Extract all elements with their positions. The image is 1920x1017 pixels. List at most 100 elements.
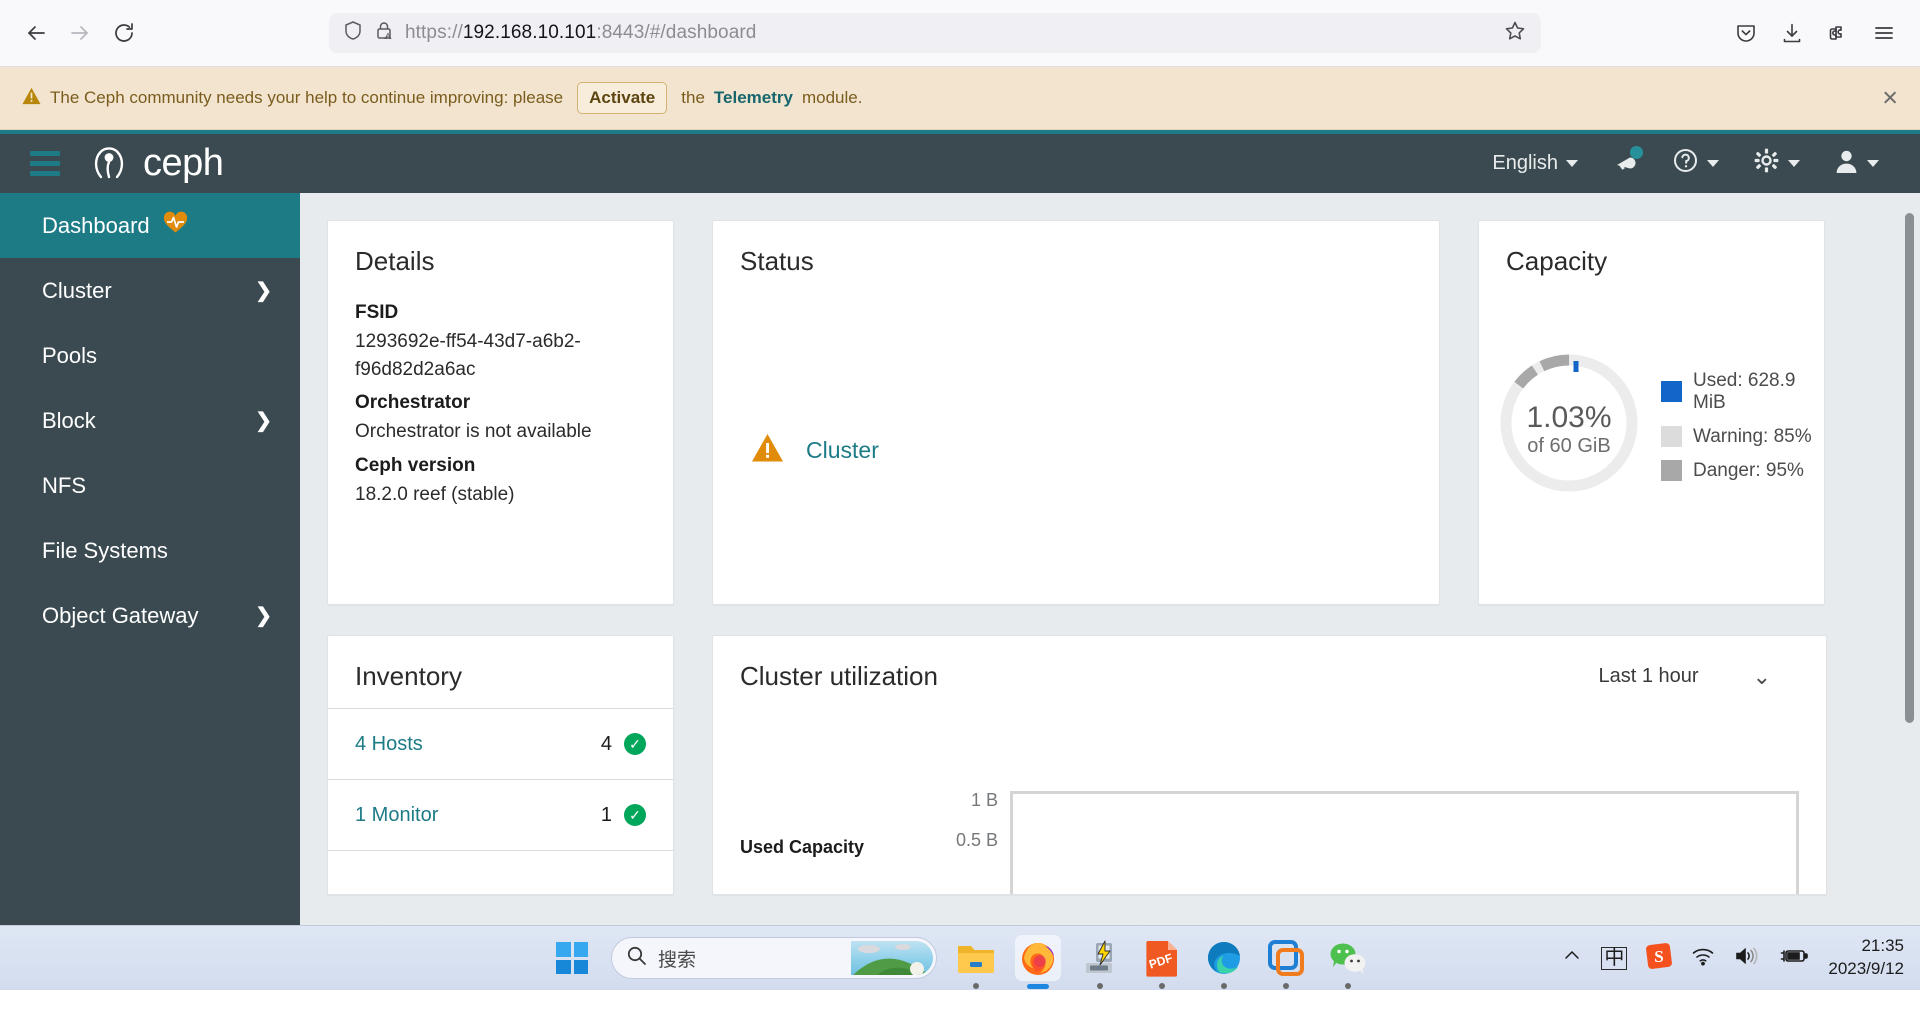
sidebar-item-label: NFS: [42, 472, 86, 498]
lock-warning-icon[interactable]: [374, 20, 394, 46]
y-tick-1: 1 B: [970, 790, 998, 810]
sidebar-item-nfs[interactable]: NFS: [0, 453, 300, 518]
browser-toolbar: https://192.168.10.101:8443/#/dashboard: [0, 0, 1920, 67]
telemetry-module-link[interactable]: Telemetry: [714, 88, 793, 108]
pdf-reader-button[interactable]: PDF: [1139, 935, 1185, 989]
task-running-indicator: [1345, 983, 1351, 989]
telemetry-text-middle: the: [681, 88, 705, 107]
menu-icon[interactable]: [1862, 11, 1906, 55]
task-running-indicator: [1283, 983, 1289, 989]
capacity-card: Capacity 1.03% of 60 GiB Used: 628.9 MiB…: [1478, 220, 1825, 605]
language-selector[interactable]: English: [1475, 134, 1595, 193]
search-icon: [626, 945, 647, 971]
file-explorer-button[interactable]: [953, 935, 999, 989]
start-button[interactable]: [549, 935, 595, 981]
app-blue-orange-button[interactable]: [1263, 935, 1309, 989]
language-label: English: [1492, 152, 1558, 174]
utilization-series-label: Used Capacity: [740, 837, 865, 857]
sidebar-item-cluster[interactable]: Cluster ❯: [0, 258, 300, 323]
capacity-percent: 1.03%: [1526, 401, 1611, 434]
time-range-selector[interactable]: Last 1 hour ⌄: [1598, 664, 1799, 690]
inventory-link-hosts[interactable]: 4 Hosts: [355, 733, 423, 756]
legend-label-used: Used: 628.9 MiB: [1693, 369, 1796, 413]
sidebar: Dashboard Cluster ❯ Pools Block ❯ NFS Fi…: [0, 193, 300, 925]
sidebar-item-block[interactable]: Block ❯: [0, 388, 300, 453]
wifi-icon[interactable]: [1691, 946, 1715, 971]
sidebar-item-pools[interactable]: Pools: [0, 323, 300, 388]
ceph-logo[interactable]: ceph: [87, 139, 224, 188]
chevron-down-icon: [1707, 160, 1719, 167]
fsid-value: 1293692e-ff54-43d7-a6b2-f96d82d2a6ac: [355, 331, 581, 380]
inventory-card-title: Inventory: [355, 661, 462, 691]
status-card: Status Cluster: [712, 220, 1440, 605]
notifications-button[interactable]: [1595, 134, 1655, 193]
page-scrollbar[interactable]: [1905, 213, 1914, 723]
star-icon[interactable]: [1503, 19, 1527, 48]
legend-swatch-danger: [1661, 460, 1682, 481]
battery-charging-icon[interactable]: [1779, 946, 1809, 971]
search-input[interactable]: 搜索: [611, 937, 937, 979]
system-tray: 中 S 21:35 2023/9/12: [1562, 935, 1904, 981]
back-button[interactable]: [14, 11, 58, 55]
heartbeat-icon: [163, 211, 188, 240]
shield-icon[interactable]: [343, 20, 363, 46]
status-cluster-row[interactable]: Cluster: [751, 433, 879, 468]
chevron-down-icon: [1867, 160, 1879, 167]
user-menu[interactable]: [1817, 134, 1896, 193]
tray-expand-icon[interactable]: [1562, 946, 1582, 971]
app-body: Dashboard Cluster ❯ Pools Block ❯ NFS Fi…: [0, 193, 1920, 925]
sidebar-item-dashboard[interactable]: Dashboard: [0, 193, 300, 258]
sidebar-item-object-gateway[interactable]: Object Gateway ❯: [0, 583, 300, 648]
reload-button[interactable]: [102, 11, 146, 55]
utilization-y-axis: 1 B 0.5 B: [930, 791, 1010, 849]
capacity-body: 1.03% of 60 GiB Used: 628.9 MiB Warning:…: [1479, 293, 1824, 504]
url-text[interactable]: https://192.168.10.101:8443/#/dashboard: [405, 22, 1492, 44]
firefox-button[interactable]: [1015, 935, 1061, 989]
microsoft-edge-button[interactable]: [1201, 935, 1247, 989]
taskbar-apps: 搜索 PDF: [549, 935, 1371, 989]
address-bar[interactable]: https://192.168.10.101:8443/#/dashboard: [329, 13, 1541, 53]
task-running-indicator: [1159, 983, 1165, 989]
sidebar-item-file-systems[interactable]: File Systems: [0, 518, 300, 583]
pocket-icon[interactable]: [1724, 11, 1768, 55]
wechat-button[interactable]: [1325, 935, 1371, 989]
chevron-down-icon: ⌄: [1752, 663, 1771, 689]
time-range-label: Last 1 hour: [1598, 665, 1699, 687]
dashboard-row-bottom: Inventory 4 Hosts 4 ✓ 1 Monitor 1 ✓ Clus…: [327, 635, 1893, 895]
chevron-down-icon: [1566, 160, 1578, 167]
navbar-right: English: [1475, 134, 1896, 193]
legend-label-warning: Warning: 85%: [1693, 425, 1812, 447]
telemetry-text-before: The Ceph community needs your help to co…: [50, 88, 564, 107]
legend-label-danger: Danger: 95%: [1693, 459, 1804, 481]
activate-button[interactable]: Activate: [577, 82, 668, 114]
utilization-plot-area: [1010, 791, 1799, 894]
remote-desktop-button[interactable]: [1077, 935, 1123, 989]
clock[interactable]: 21:35 2023/9/12: [1828, 935, 1904, 981]
search-placeholder: 搜索: [658, 949, 697, 971]
telemetry-notification: The Ceph community needs your help to co…: [0, 67, 1920, 130]
inventory-row-partial[interactable]: [328, 850, 673, 894]
download-icon[interactable]: [1770, 11, 1814, 55]
chevron-down-icon: [1788, 160, 1800, 167]
menu-toggle-icon[interactable]: [30, 151, 60, 176]
settings-menu[interactable]: [1736, 134, 1817, 193]
clock-time: 21:35: [1861, 936, 1904, 956]
windows-taskbar: 搜索 PDF 中 S 21:35 2023/9/12: [0, 925, 1920, 990]
ceph-version-label: Ceph version: [355, 454, 476, 476]
status-cluster-link[interactable]: Cluster: [806, 437, 879, 464]
volume-icon[interactable]: [1734, 946, 1760, 971]
ime-indicator[interactable]: 中: [1601, 946, 1628, 970]
close-icon[interactable]: ×: [1882, 84, 1898, 112]
forward-button[interactable]: [58, 11, 102, 55]
help-menu[interactable]: [1655, 134, 1736, 193]
capacity-card-title: Capacity: [1506, 246, 1608, 276]
inventory-row-monitor[interactable]: 1 Monitor 1 ✓: [328, 779, 673, 850]
status-ok-icon: ✓: [624, 804, 646, 826]
inventory-row-hosts[interactable]: 4 Hosts 4 ✓: [328, 708, 673, 779]
inventory-link-monitor[interactable]: 1 Monitor: [355, 804, 438, 827]
warning-triangle-icon: [751, 433, 784, 468]
inventory-count-value: 4: [600, 732, 612, 755]
sogou-icon[interactable]: S: [1646, 942, 1673, 974]
extensions-icon[interactable]: [1816, 11, 1860, 55]
legend-swatch-warning: [1661, 426, 1682, 447]
